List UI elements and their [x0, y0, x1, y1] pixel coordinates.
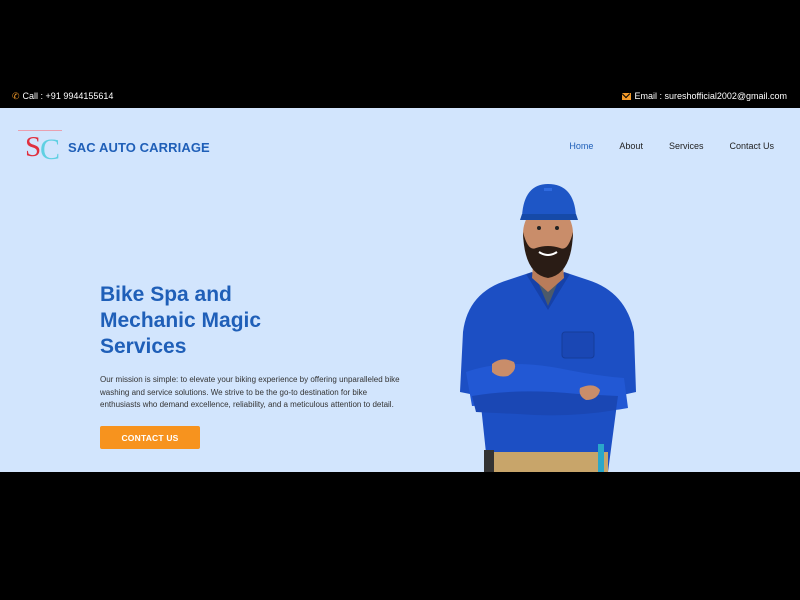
brand-logo[interactable]: S C SAC AUTO CARRIAGE	[18, 130, 210, 166]
call-info[interactable]: ✆ Call : +91 9944155614	[12, 91, 113, 101]
logo-mark: S C	[18, 130, 62, 166]
nav-home[interactable]: Home	[569, 141, 593, 151]
nav-services[interactable]: Services	[669, 141, 704, 151]
nav-contact-us[interactable]: Contact Us	[729, 141, 774, 151]
main-nav: Home About Services Contact Us	[569, 141, 774, 151]
hero-description: Our mission is simple: to elevate your b…	[100, 375, 400, 409]
email-text: Email : sureshofficial2002@gmail.com	[634, 91, 787, 101]
logo-letter-c: C	[40, 133, 61, 166]
mechanic-illustration	[460, 184, 636, 472]
contact-us-button[interactable]: CONTACT US	[100, 426, 200, 449]
headline-line-1: Bike Spa and	[100, 283, 232, 306]
hero-section: S C SAC AUTO CARRIAGE Home About Service…	[0, 108, 800, 472]
logo-letter-s: S	[25, 131, 42, 163]
hero-headline: Bike Spa and Mechanic Magic Services	[100, 282, 340, 360]
headline-line-2: Mechanic Magic	[100, 309, 262, 332]
call-text: Call : +91 9944155614	[22, 91, 114, 101]
phone-icon: ✆	[12, 90, 20, 101]
nav-about[interactable]: About	[619, 141, 643, 151]
email-info[interactable]: Email : sureshofficial2002@gmail.com	[622, 91, 787, 101]
envelope-icon	[622, 92, 632, 100]
brand-name: SAC AUTO CARRIAGE	[68, 139, 210, 155]
headline-line-3: Services	[100, 335, 187, 358]
top-bar: ✆ Call : +91 9944155614 Email : sureshof…	[0, 86, 800, 108]
